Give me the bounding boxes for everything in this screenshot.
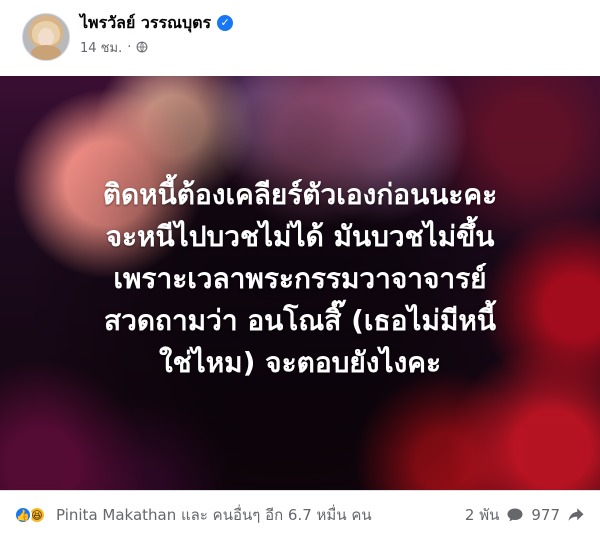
avatar-body-shape — [31, 45, 61, 60]
post-text: ติดหนี้ต้องเคลียร์ตัวเองก่อนนะคะ จะหนีไป… — [18, 174, 582, 384]
author-name[interactable]: ไพรวัลย์ วรรณบุตร — [80, 11, 211, 36]
post-header: ไพรวัลย์ วรรณบุตร ✓ 14 ชม. · — [0, 0, 600, 76]
post-text-line: สวดถามว่า อนโณสิ๊ (เธอไม่มีหนี้ — [104, 304, 496, 337]
post-footer: 👍 😆 Pinita Makathan และ คนอื่นๆ อีก 6.7 … — [0, 490, 600, 540]
reaction-icons[interactable]: 👍 😆 — [14, 506, 46, 524]
meta-separator: · — [127, 39, 132, 55]
comment-icon[interactable] — [505, 506, 525, 524]
post-timestamp[interactable]: 14 ชม. — [80, 37, 122, 58]
globe-icon[interactable] — [136, 41, 148, 53]
engagement-stats: 2 พัน 977 — [465, 503, 586, 527]
post-text-line: ติดหนี้ต้องเคลียร์ตัวเองก่อนนะคะ — [102, 178, 498, 211]
share-icon[interactable] — [566, 506, 586, 524]
post-text-line: จะหนีไปบวชไม่ได้ มันบวชไม่ขึ้น — [105, 220, 495, 253]
post-text-line: ใช่ไหม) จะตอบยังไงคะ — [158, 346, 442, 379]
shares-count[interactable]: 977 — [531, 506, 560, 524]
comments-count[interactable]: 2 พัน — [465, 503, 499, 527]
post-background-image[interactable]: ติดหนี้ต้องเคลียร์ตัวเองก่อนนะคะ จะหนีไป… — [0, 76, 600, 490]
author-name-row: ไพรวัลย์ วรรณบุตร ✓ — [80, 11, 234, 36]
like-icon[interactable]: 👍 — [14, 506, 32, 524]
author-avatar[interactable] — [22, 13, 70, 61]
reaction-summary[interactable]: Pinita Makathan และ คนอื่นๆ อีก 6.7 หมื่… — [56, 504, 372, 526]
post-text-line: เพราะเวลาพระกรรมวาจาจารย์ — [113, 262, 487, 295]
verified-badge-icon: ✓ — [217, 15, 234, 31]
post-meta: 14 ชม. · — [80, 38, 148, 56]
